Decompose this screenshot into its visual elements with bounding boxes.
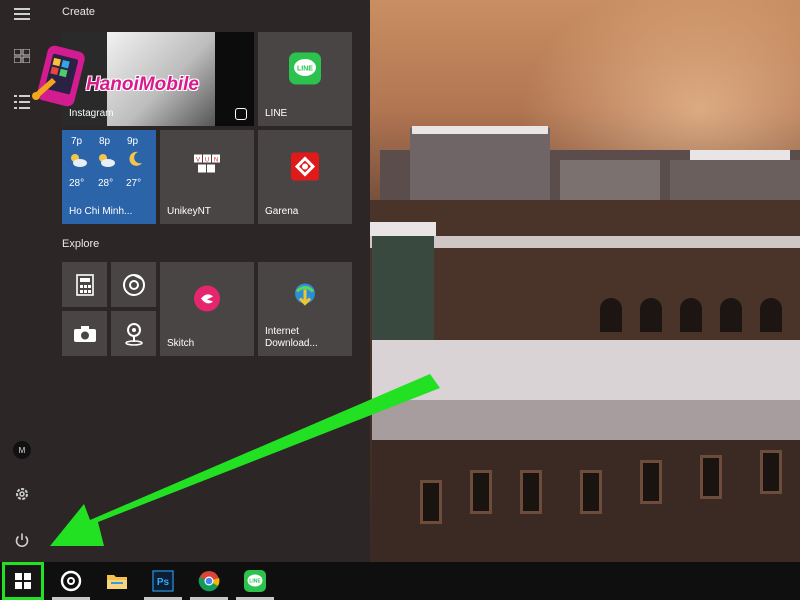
tile-camera[interactable] bbox=[62, 311, 107, 356]
unikey-icon: VUN bbox=[192, 153, 222, 186]
line-icon: LINE bbox=[244, 570, 266, 592]
svg-text:U: U bbox=[205, 158, 209, 164]
svg-text:LINE: LINE bbox=[297, 66, 313, 73]
tile-unikeynt-label: UnikeyNT bbox=[167, 206, 211, 217]
calculator-icon bbox=[75, 273, 94, 296]
skitch-icon bbox=[192, 284, 222, 319]
tile-line[interactable]: LINE LINE bbox=[258, 32, 352, 126]
settings-gear-icon[interactable] bbox=[10, 482, 34, 506]
taskbar-line[interactable]: LINE bbox=[232, 562, 278, 600]
garena-icon bbox=[291, 152, 319, 186]
weather-temp-2: 28° bbox=[98, 178, 114, 189]
group-label-explore: Explore bbox=[62, 238, 100, 250]
tile-internet-download-manager[interactable]: Internet Download... bbox=[258, 262, 352, 356]
tile-garena-label: Garena bbox=[265, 206, 299, 217]
line-app-icon: LINE bbox=[289, 52, 321, 90]
windows-start-icon bbox=[15, 573, 31, 589]
chrome-icon bbox=[198, 571, 220, 592]
svg-text:N: N bbox=[214, 158, 218, 164]
taskbar: Ps LINE bbox=[0, 562, 800, 600]
tile-calculator[interactable] bbox=[62, 262, 107, 307]
group-label-create: Create bbox=[62, 6, 96, 18]
svg-text:Ps: Ps bbox=[157, 577, 170, 588]
maps-icon bbox=[124, 322, 143, 346]
hanoimobile-watermark: HanoiMobile bbox=[30, 44, 270, 110]
taskbar-chrome[interactable] bbox=[186, 562, 232, 600]
hanoimobile-logo-icon bbox=[32, 45, 85, 107]
photoshop-icon: Ps bbox=[152, 570, 174, 592]
tile-groove-music[interactable] bbox=[111, 262, 156, 307]
start-button[interactable] bbox=[2, 562, 44, 600]
hamburger-menu-icon[interactable] bbox=[10, 2, 34, 26]
svg-text:V: V bbox=[196, 158, 200, 164]
taskbar-cortana[interactable] bbox=[48, 562, 94, 600]
svg-text:M: M bbox=[19, 446, 26, 455]
tile-garena[interactable]: Garena bbox=[258, 130, 352, 224]
weather-time-3: 9p bbox=[127, 136, 139, 147]
file-explorer-icon bbox=[107, 575, 127, 589]
camera-icon bbox=[73, 325, 96, 342]
partly-cloudy-icon bbox=[68, 152, 88, 173]
weather-time-1: 7p bbox=[71, 136, 83, 147]
tile-internet-download-manager-label: Internet Download... bbox=[265, 326, 318, 349]
hanoimobile-brand-text: HanoiMobile bbox=[86, 74, 199, 95]
weather-temp-3: 27° bbox=[126, 178, 142, 189]
svg-text:LINE: LINE bbox=[249, 579, 261, 585]
user-avatar-icon[interactable]: M bbox=[10, 438, 34, 462]
tile-maps[interactable] bbox=[111, 311, 156, 356]
cortana-icon bbox=[60, 570, 82, 592]
tile-weather[interactable]: 7p 8p 9p 28° 28° 27° Ho Chi Minh... bbox=[62, 130, 156, 224]
partly-cloudy-icon bbox=[96, 152, 116, 173]
power-icon[interactable] bbox=[10, 528, 34, 552]
tile-weather-label: Ho Chi Minh... bbox=[69, 206, 133, 217]
tile-skitch[interactable]: Skitch bbox=[160, 262, 254, 356]
groove-music-icon bbox=[122, 273, 145, 296]
weather-time-2: 8p bbox=[99, 136, 111, 147]
taskbar-file-explorer[interactable] bbox=[94, 562, 140, 600]
weather-temp-1: 28° bbox=[69, 178, 85, 189]
tile-skitch-label: Skitch bbox=[167, 338, 195, 349]
taskbar-photoshop[interactable]: Ps bbox=[140, 562, 186, 600]
idm-icon bbox=[289, 281, 321, 314]
tile-unikeynt[interactable]: VUN UnikeyNT bbox=[160, 130, 254, 224]
moon-icon bbox=[126, 150, 144, 173]
